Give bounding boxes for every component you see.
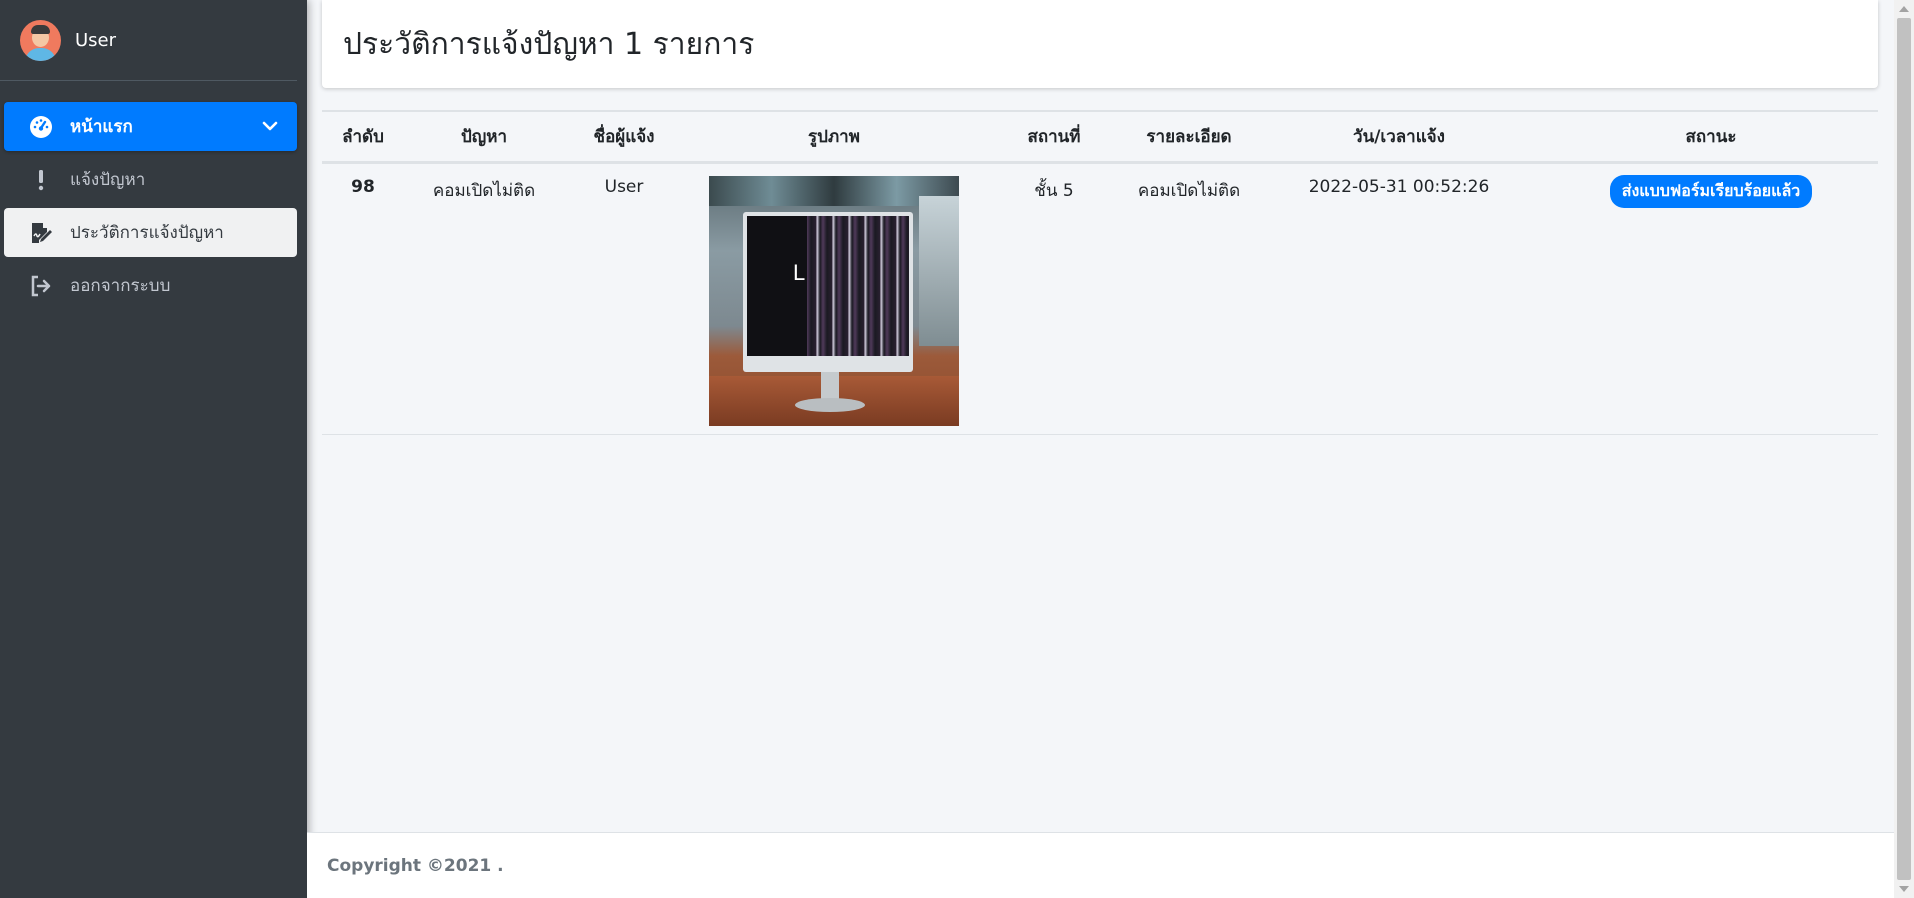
scroll-down-arrow-icon[interactable]	[1899, 886, 1909, 892]
row-problem: คอมเปิดไม่ติด	[404, 162, 564, 435]
row-location: ชั้น 5	[984, 162, 1124, 435]
footer: Copyright ©2021 .	[307, 832, 1894, 898]
sign-out-icon	[28, 273, 54, 299]
copyright-text: Copyright ©2021 .	[327, 855, 504, 876]
chevron-down-icon[interactable]	[259, 115, 281, 137]
table-header-row: ลำดับ ปัญหา ชื่อผู้แจ้ง รูปภาพ สถานที่ ร…	[322, 110, 1878, 164]
column-header-number: ลำดับ	[322, 110, 404, 164]
status-badge: ส่งแบบฟอร์มเรียบร้อยแล้ว	[1609, 174, 1813, 208]
dashboard-icon	[28, 114, 54, 140]
row-image-cell: L	[684, 162, 984, 435]
column-header-status: สถานะ	[1544, 110, 1878, 164]
user-avatar-icon	[20, 19, 61, 61]
page-title: ประวัติการแจ้งปัญหา 1 รายการ	[343, 26, 755, 62]
column-header-image: รูปภาพ	[684, 110, 984, 164]
column-header-problem: ปัญหา	[404, 110, 564, 164]
exclamation-icon	[28, 167, 54, 193]
row-details: คอมเปิดไม่ติด	[1124, 162, 1254, 435]
column-header-details: รายละเอียด	[1124, 110, 1254, 164]
column-header-datetime: วัน/เวลาแจ้ง	[1254, 110, 1544, 164]
sidebar: User หน้าแรก แจ้งปัญหา ประวัติการแจ้งปัญ…	[0, 0, 307, 898]
column-header-reporter: ชื่อผู้แจ้ง	[564, 110, 684, 164]
row-status-cell: ส่งแบบฟอร์มเรียบร้อยแล้ว	[1544, 162, 1878, 435]
sidebar-item-home[interactable]: หน้าแรก	[4, 102, 297, 151]
user-name: User	[75, 29, 117, 51]
sidebar-item-history[interactable]: ประวัติการแจ้งปัญหา	[4, 208, 297, 257]
sidebar-item-label: ประวัติการแจ้งปัญหา	[70, 223, 224, 243]
table-row: 98 คอมเปิดไม่ติด User L ชั้น 5 คอมเปิดไม…	[322, 162, 1878, 435]
sidebar-item-label: ออกจากระบบ	[70, 276, 171, 296]
page-header-card: ประวัติการแจ้งปัญหา 1 รายการ	[322, 0, 1878, 88]
sidebar-item-label: แจ้งปัญหา	[70, 170, 146, 190]
column-header-location: สถานที่	[984, 110, 1124, 164]
row-number: 98	[322, 162, 404, 435]
sidebar-item-logout[interactable]: ออกจากระบบ	[4, 261, 297, 310]
signature-icon	[28, 220, 54, 246]
page-scrollbar[interactable]	[1894, 0, 1914, 898]
row-datetime: 2022-05-31 00:52:26	[1254, 162, 1544, 435]
scroll-up-arrow-icon[interactable]	[1899, 6, 1909, 12]
row-reporter: User	[564, 162, 684, 435]
user-panel[interactable]: User	[0, 0, 297, 81]
broken-monitor-photo[interactable]: L	[709, 175, 959, 426]
sidebar-nav: หน้าแรก แจ้งปัญหา ประวัติการแจ้งปัญหา ออ…	[0, 81, 307, 310]
history-table: ลำดับ ปัญหา ชื่อผู้แจ้ง รูปภาพ สถานที่ ร…	[322, 110, 1878, 435]
sidebar-item-report-problem[interactable]: แจ้งปัญหา	[4, 155, 297, 204]
sidebar-item-label: หน้าแรก	[70, 117, 133, 137]
scroll-thumb[interactable]	[1897, 18, 1911, 880]
